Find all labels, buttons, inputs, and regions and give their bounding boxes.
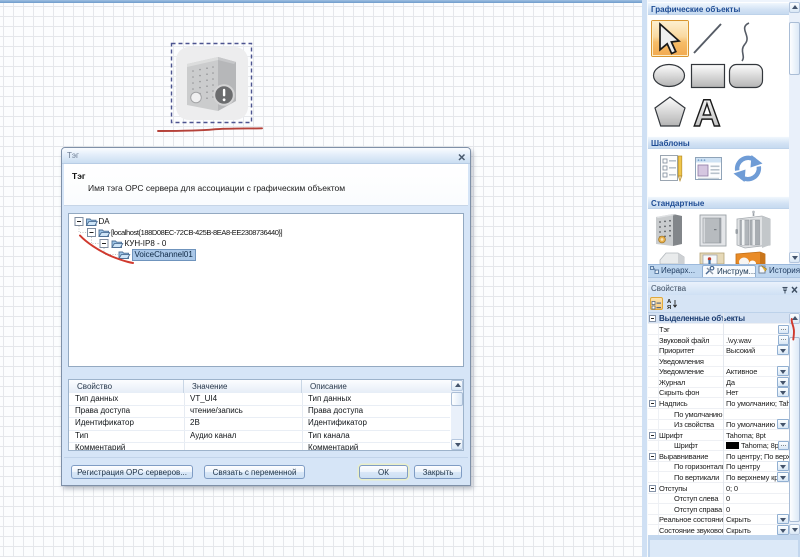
svg-text:Я: Я <box>667 305 671 310</box>
svg-text:A: A <box>693 93 720 135</box>
